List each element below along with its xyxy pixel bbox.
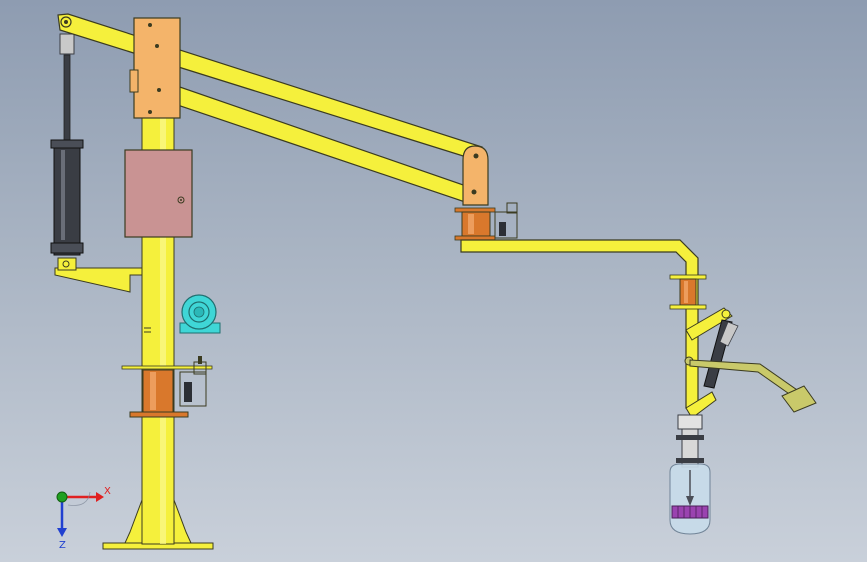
forearm [460,239,699,409]
z-axis-label: Z [59,540,66,551]
control-cabinet [124,149,193,238]
upper-parallel-arm [57,13,483,161]
drive-motor [179,294,221,334]
head-bracket [129,17,181,119]
end-gripper [669,414,711,535]
cad-viewport[interactable]: X Z [0,0,867,562]
elbow-joint [454,145,518,241]
x-axis-label: X [104,486,111,497]
operator-handle [685,307,817,419]
manipulator-drawing: X Z [50,13,817,551]
coordinate-triad: X Z [56,486,111,551]
